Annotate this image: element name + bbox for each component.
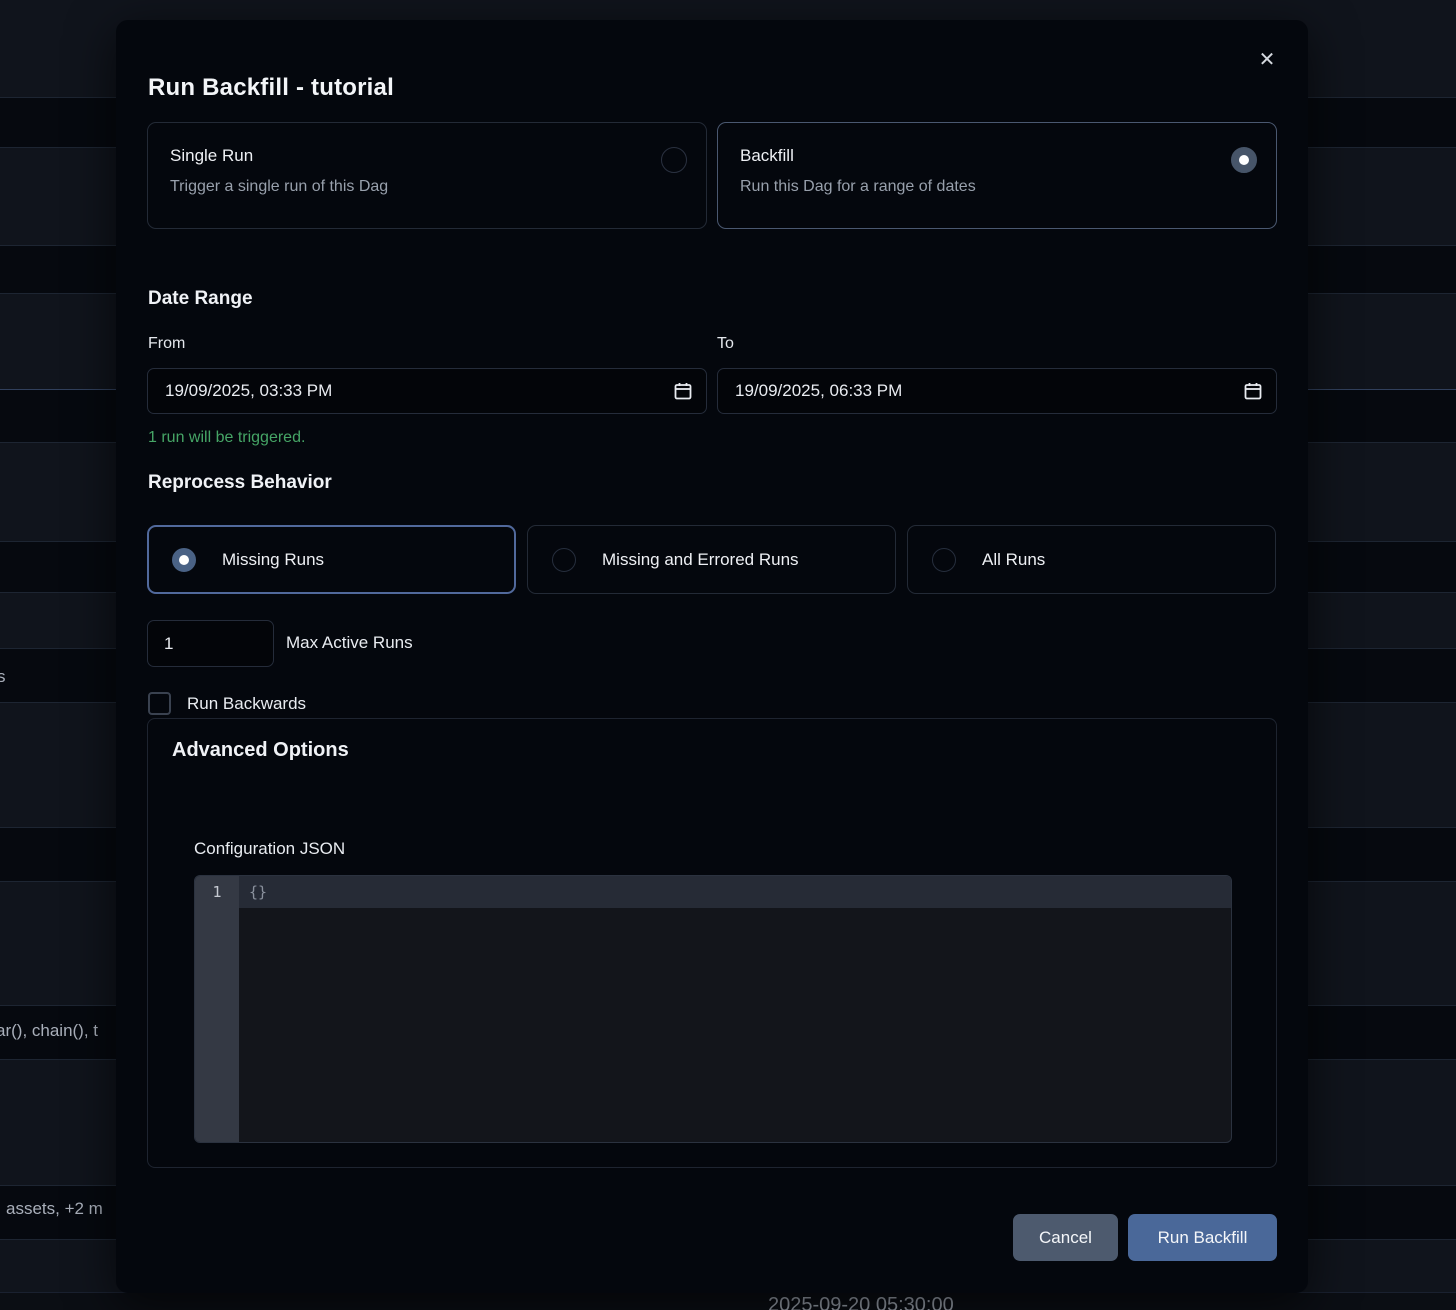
reprocess-options: Missing Runs Missing and Errored Runs Al… bbox=[147, 525, 1276, 594]
table-row bbox=[0, 1292, 1456, 1310]
clipped-row-text: s bbox=[0, 667, 6, 687]
run-backfill-button[interactable]: Run Backfill bbox=[1128, 1214, 1277, 1261]
advanced-options-heading: Advanced Options bbox=[172, 739, 349, 762]
max-active-runs-input[interactable] bbox=[147, 620, 274, 667]
clipped-row-text: assets, +2 m bbox=[6, 1199, 103, 1219]
configuration-json-editor[interactable]: 1 {} bbox=[194, 875, 1232, 1143]
option-description: Run this Dag for a range of dates bbox=[740, 178, 1254, 196]
option-label: Backfill bbox=[740, 146, 1254, 166]
option-label: All Runs bbox=[982, 550, 1045, 570]
dialog-title: Run Backfill - tutorial bbox=[148, 74, 394, 102]
max-active-runs-label: Max Active Runs bbox=[286, 633, 413, 653]
backfill-option[interactable]: Backfill Run this Dag for a range of dat… bbox=[717, 122, 1277, 229]
radio-unselected-icon[interactable] bbox=[661, 147, 687, 173]
single-run-option[interactable]: Single Run Trigger a single run of this … bbox=[147, 122, 707, 229]
radio-unselected-icon[interactable] bbox=[552, 548, 576, 572]
editor-gutter: 1 bbox=[195, 876, 239, 1142]
option-label: Missing and Errored Runs bbox=[602, 550, 799, 570]
editor-content-area[interactable]: {} bbox=[239, 876, 1231, 1142]
cancel-button[interactable]: Cancel bbox=[1013, 1214, 1118, 1261]
from-datetime-input[interactable]: 19/09/2025, 03:33 PM bbox=[147, 368, 707, 414]
configuration-json-label: Configuration JSON bbox=[194, 839, 345, 859]
close-icon[interactable]: ✕ bbox=[1250, 42, 1284, 76]
to-label: To bbox=[717, 335, 734, 353]
calendar-icon[interactable] bbox=[674, 382, 692, 400]
radio-selected-icon[interactable] bbox=[172, 548, 196, 572]
from-datetime-value: 19/09/2025, 03:33 PM bbox=[165, 381, 674, 401]
date-range-heading: Date Range bbox=[148, 288, 253, 310]
clipped-timestamp: 2025-09-20 05:30:00 bbox=[768, 1294, 954, 1310]
option-description: Trigger a single run of this Dag bbox=[170, 178, 684, 196]
reprocess-heading: Reprocess Behavior bbox=[148, 472, 332, 494]
from-label: From bbox=[148, 335, 185, 353]
date-range-inputs: 19/09/2025, 03:33 PM 19/09/2025, 06:33 P… bbox=[147, 368, 1277, 414]
run-type-options: Single Run Trigger a single run of this … bbox=[147, 122, 1277, 229]
run-backwards-row[interactable]: Run Backwards bbox=[148, 692, 306, 715]
line-number: 1 bbox=[195, 876, 239, 908]
to-datetime-value: 19/09/2025, 06:33 PM bbox=[735, 381, 1244, 401]
advanced-options-panel: Advanced Options Configuration JSON 1 {} bbox=[147, 718, 1277, 1168]
missing-errored-runs-option[interactable]: Missing and Errored Runs bbox=[527, 525, 896, 594]
checkbox-unchecked-icon[interactable] bbox=[148, 692, 171, 715]
editor-line: {} bbox=[239, 876, 1231, 908]
all-runs-option[interactable]: All Runs bbox=[907, 525, 1276, 594]
runs-triggered-message: 1 run will be triggered. bbox=[148, 429, 305, 447]
missing-runs-option[interactable]: Missing Runs bbox=[147, 525, 516, 594]
to-datetime-input[interactable]: 19/09/2025, 06:33 PM bbox=[717, 368, 1277, 414]
clipped-row-text: ar(), chain(), t bbox=[0, 1021, 98, 1041]
run-backfill-dialog: Run Backfill - tutorial ✕ Single Run Tri… bbox=[116, 20, 1308, 1293]
calendar-icon[interactable] bbox=[1244, 382, 1262, 400]
radio-selected-icon[interactable] bbox=[1231, 147, 1257, 173]
dialog-footer: Cancel Run Backfill bbox=[1013, 1214, 1277, 1261]
radio-unselected-icon[interactable] bbox=[932, 548, 956, 572]
run-backwards-label: Run Backwards bbox=[187, 694, 306, 714]
option-label: Single Run bbox=[170, 146, 684, 166]
option-label: Missing Runs bbox=[222, 550, 324, 570]
